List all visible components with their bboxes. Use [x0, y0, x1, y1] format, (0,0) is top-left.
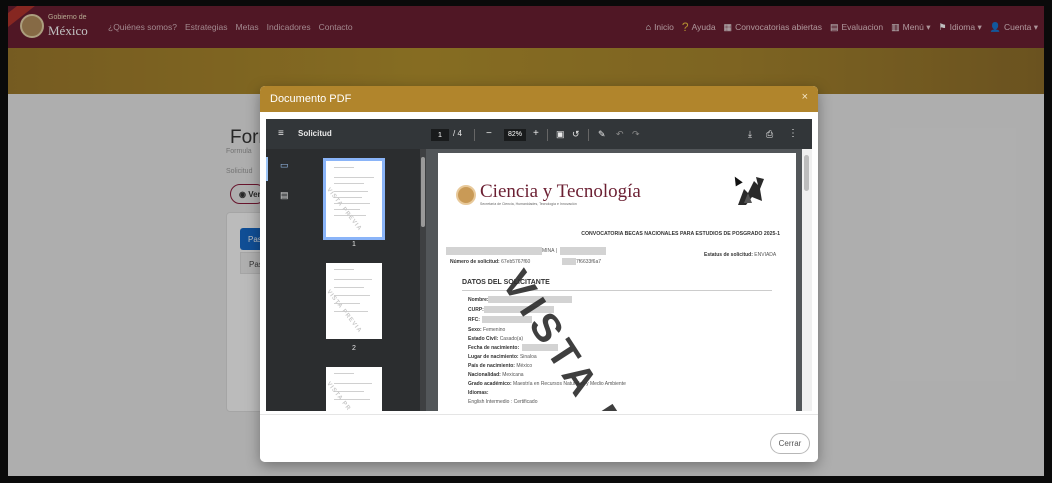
thumbnail-page-2[interactable]: VISTA PREVIA	[326, 263, 382, 339]
modal-title: Documento PDF	[270, 93, 352, 105]
thumb-line	[334, 373, 354, 374]
field-label: Sexo:	[468, 327, 482, 333]
secihti-seal-icon	[456, 185, 476, 205]
field-sexo: Sexo: Femenino	[468, 327, 505, 333]
thumb-line	[334, 383, 372, 384]
sidebar-active-indicator	[266, 157, 268, 181]
field-estado-civil: Estado Civil: Casado(a)	[468, 336, 523, 342]
field-nacionalidad: Nacionalidad: Mexicana	[468, 372, 524, 378]
redo-icon[interactable]: ↷	[632, 119, 640, 149]
field-label: Grado académico:	[468, 381, 512, 387]
modal-header: Documento PDF ×	[260, 86, 818, 112]
thumbnail-number: 1	[352, 241, 356, 248]
field-label: País de nacimiento:	[468, 363, 515, 369]
thumb-line	[334, 295, 370, 296]
field-idiomas: Idiomas:	[468, 390, 489, 396]
download-icon[interactable]: ⤓	[748, 119, 752, 149]
numero-value-end: 7f6633f6a7	[576, 259, 602, 265]
thumb-watermark: VISTA PREVIA	[326, 289, 363, 335]
thumbnail-number: 2	[352, 345, 356, 352]
redacted-block	[446, 247, 542, 255]
pdf-page: Ciencia y Tecnología Secretaría de Cienc…	[438, 153, 796, 411]
fit-page-icon[interactable]: ▣	[556, 119, 565, 149]
field-value: English Intermedio : Certificado	[468, 399, 538, 405]
annotate-icon[interactable]: ✎	[598, 119, 606, 149]
field-curp: CURP:	[468, 307, 484, 313]
field-value: Sinaloa	[519, 354, 537, 360]
thumb-watermark: VISTA PREVIA	[326, 187, 363, 233]
thumbnail-page-3[interactable]: VISTA PR	[326, 367, 382, 411]
field-label: Estado Civil:	[468, 336, 499, 342]
field-label: Nacionalidad:	[468, 372, 501, 378]
page-number-input[interactable]: 1	[431, 129, 449, 141]
modal-footer: Cerrar	[260, 414, 818, 462]
toolbar-divider	[588, 129, 589, 141]
pdf-scroll-thumb[interactable]	[804, 155, 809, 191]
pdf-doc-name: Solicitud	[298, 129, 332, 138]
thumb-line	[334, 191, 368, 192]
page-total: / 4	[453, 129, 462, 138]
field-label: CURP:	[468, 307, 484, 313]
redacted-block	[562, 258, 576, 265]
field-label: Fecha de nacimiento:	[468, 345, 520, 351]
toolbar-divider	[474, 129, 475, 141]
field-fecha-nacimiento: Fecha de nacimiento:	[468, 345, 519, 351]
field-label: Lugar de nacimiento:	[468, 354, 519, 360]
cerrar-button[interactable]: Cerrar	[770, 433, 810, 454]
field-value: México	[516, 363, 533, 369]
pdf-modal: Documento PDF × ≡ Solicitud 1 / 4 − 82% …	[260, 86, 818, 462]
thumb-line	[334, 177, 374, 178]
undo-icon[interactable]: ↶	[616, 119, 624, 149]
estatus-label: Estatus de solicitud:	[704, 252, 753, 258]
field-label: Nombre:	[468, 297, 489, 303]
field-label: RFC:	[468, 317, 480, 323]
zoom-in-icon[interactable]: +	[533, 119, 539, 149]
more-options-icon[interactable]: ⋮	[788, 119, 798, 149]
thumbnails-tab-icon[interactable]: ▭	[280, 161, 290, 170]
field-idioma-ingles: English Intermedio : Certificado	[468, 399, 537, 405]
print-icon[interactable]: ⎙	[766, 119, 773, 149]
pdf-logo-text: Ciencia y Tecnología	[480, 181, 641, 202]
hamburger-menu-icon[interactable]: ≡	[278, 119, 284, 149]
thumb-line	[334, 279, 372, 280]
convocatoria-title: CONVOCATORIA BECAS NACIONALES PARA ESTUD…	[581, 231, 780, 237]
redacted-block	[560, 247, 606, 255]
name-suffix: MINA |	[542, 248, 557, 254]
thumb-line	[334, 287, 364, 288]
field-value: Femenino	[483, 327, 506, 333]
zoom-out-icon[interactable]: −	[486, 119, 492, 149]
field-nombre: Nombre:	[468, 297, 489, 303]
numero-solicitud: Número de solicitud: 67eb5767f60	[450, 259, 530, 265]
modal-close-icon[interactable]: ×	[802, 91, 808, 103]
numero-label: Número de solicitud:	[450, 259, 500, 265]
thumbnail-page-1[interactable]: VISTA PREVIA	[323, 158, 385, 240]
thumb-line	[334, 269, 354, 270]
thumbnail-sidebar: ▭ ▤ VISTA PREVIA 1 VISTA PREVIA 2 VISTA …	[266, 149, 426, 411]
field-pais-nacimiento: País de nacimiento: México	[468, 363, 532, 369]
browser-viewport: Gobierno de México Septiembre ¿Quiénes s…	[8, 6, 1044, 476]
estatus-value: ENVIADA	[754, 252, 777, 258]
thumb-watermark: VISTA PR	[326, 381, 352, 411]
field-rfc: RFC:	[468, 317, 480, 323]
zoom-input[interactable]: 82%	[504, 129, 526, 141]
pdf-logo-subtext: Secretaría de Ciencia, Humanidades, Tecn…	[480, 202, 577, 206]
field-lugar-nacimiento: Lugar de nacimiento: Sinaloa	[468, 354, 537, 360]
field-value: Casado(a)	[499, 336, 524, 342]
pdf-viewer: ≡ Solicitud 1 / 4 − 82% + ▣ ↺ ✎ ↶ ↷ ⤓ ⎙ …	[266, 119, 812, 411]
pdf-toolbar: ≡ Solicitud 1 / 4 − 82% + ▣ ↺ ✎ ↶ ↷ ⤓ ⎙ …	[266, 119, 812, 149]
field-value: Mexicana	[502, 372, 524, 378]
thumb-line	[334, 183, 364, 184]
thumb-line	[334, 167, 354, 168]
estatus-solicitud: Estatus de solicitud: ENVIADA	[704, 252, 776, 258]
toolbar-divider	[547, 129, 548, 141]
field-label: Idiomas:	[468, 390, 489, 396]
rotate-icon[interactable]: ↺	[572, 119, 580, 149]
sidebar-scroll-thumb[interactable]	[421, 157, 425, 227]
outline-tab-icon[interactable]: ▤	[280, 191, 290, 200]
